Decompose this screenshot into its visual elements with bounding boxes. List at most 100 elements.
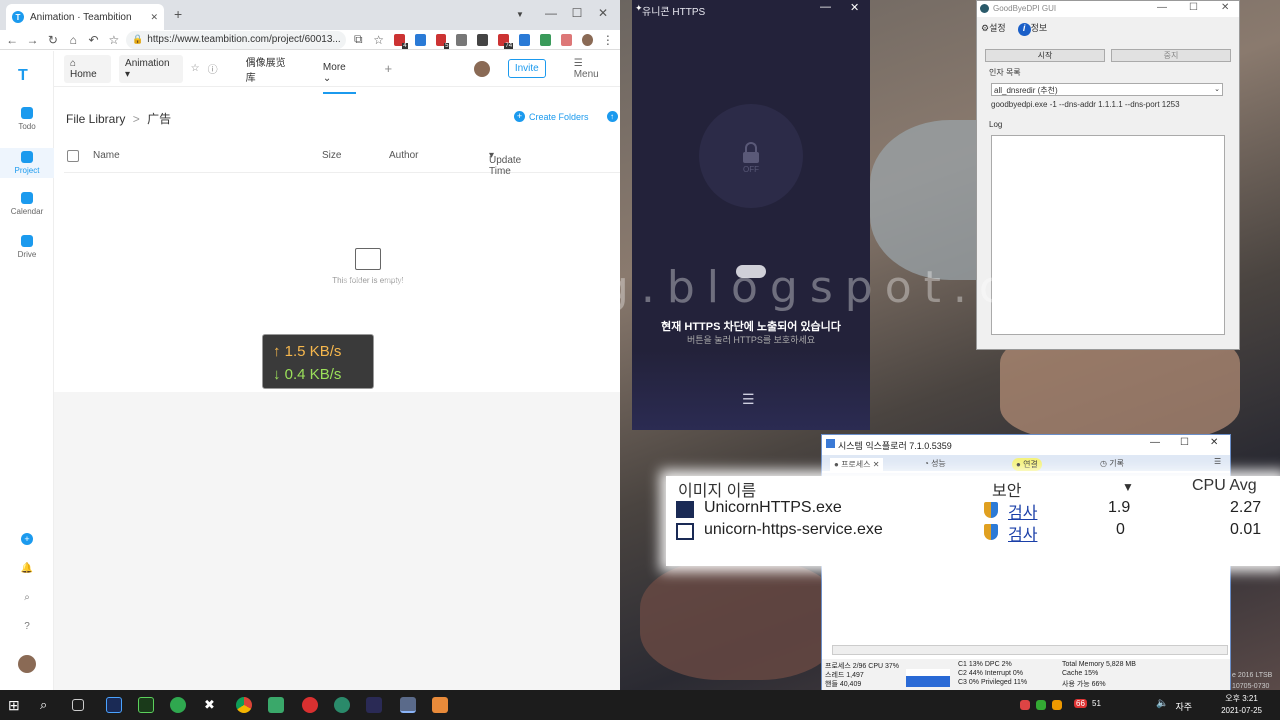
project-dropdown[interactable]: Animation ▾ xyxy=(119,54,183,83)
start-button[interactable]: 시작 xyxy=(985,49,1105,62)
invite-button[interactable]: Invite xyxy=(507,59,546,78)
settings-sliders-icon[interactable]: ☰ xyxy=(742,391,755,408)
bookmark-icon[interactable]: ☆ xyxy=(370,31,386,49)
app-taskbar-icon[interactable] xyxy=(432,697,448,713)
globe-icon[interactable] xyxy=(334,697,350,713)
maximize-button[interactable]: ☐ xyxy=(1189,2,1198,13)
task-view-icon[interactable] xyxy=(72,699,84,711)
windows-start-icon[interactable]: ⊞ xyxy=(8,697,24,713)
nav-drive[interactable]: Drive xyxy=(0,235,54,259)
tab-history[interactable]: ◷ 기록 xyxy=(1100,458,1124,469)
tray-icon[interactable] xyxy=(1052,700,1062,710)
tab-more[interactable]: More ⌄ xyxy=(322,62,357,94)
translate-icon[interactable]: ⧉ xyxy=(350,31,366,49)
nav-todo[interactable]: Todo xyxy=(0,107,54,131)
chrome-menu-icon[interactable]: ⋮ xyxy=(600,31,616,49)
nav-project[interactable]: Project xyxy=(0,148,54,178)
extension-icon[interactable]: 4 xyxy=(393,33,408,49)
menu-settings[interactable]: ⚙설정 xyxy=(981,21,1006,36)
extension-icon[interactable] xyxy=(519,33,530,46)
extension-icon[interactable] xyxy=(477,33,489,46)
star-icon[interactable]: ☆ xyxy=(191,63,200,74)
minimize-button[interactable]: — xyxy=(538,2,564,24)
undo-icon[interactable]: ↶ xyxy=(85,31,101,49)
tray-badge[interactable]: 66 xyxy=(1074,699,1087,708)
column-header[interactable]: Size xyxy=(322,150,341,161)
bell-icon[interactable]: 🔔 xyxy=(20,563,34,577)
menu-button[interactable]: ☰ Menu xyxy=(574,58,610,80)
tab-close-icon[interactable]: ✕ xyxy=(150,12,158,23)
extension-icon[interactable]: 5 xyxy=(435,33,450,49)
netease-music-icon[interactable] xyxy=(302,697,318,713)
column-header[interactable]: Author xyxy=(389,150,418,161)
create-folders-button[interactable]: + Create Folders ↑ xyxy=(514,111,618,122)
help-icon[interactable]: ? xyxy=(20,621,34,635)
horizontal-scrollbar[interactable] xyxy=(832,645,1228,655)
user-avatar[interactable] xyxy=(18,655,36,673)
add-icon[interactable]: + xyxy=(21,533,33,545)
bookmark-star-icon[interactable]: ☆ xyxy=(106,31,122,49)
column-cpu-avg[interactable]: CPU Avg xyxy=(1192,477,1257,495)
member-avatar[interactable] xyxy=(474,60,490,77)
close-button[interactable]: ✕ xyxy=(1221,2,1229,13)
minimize-button[interactable]: — xyxy=(1150,437,1160,448)
ime-indicator[interactable]: 자주 xyxy=(1175,700,1192,713)
browser-tab[interactable]: T Animation · Teambition ✕ xyxy=(6,4,164,30)
column-header[interactable]: Update Time ▾ xyxy=(489,150,521,177)
system-clock[interactable]: 오후 3:21 2021-07-25 xyxy=(1221,693,1262,717)
minimize-button[interactable]: — xyxy=(820,1,831,13)
tray-icon[interactable] xyxy=(1020,700,1030,710)
home-icon[interactable]: ⌂ xyxy=(65,31,81,49)
extension-icon[interactable] xyxy=(539,33,551,46)
reload-icon[interactable]: ↻ xyxy=(45,31,61,49)
close-button[interactable]: ✕ xyxy=(590,2,616,24)
unicorn-https-taskbar-icon[interactable] xyxy=(366,697,382,713)
table-row[interactable]: unicorn-https-service.exe 검사 0 0.01 xyxy=(666,521,1280,545)
maximize-button[interactable]: ☐ xyxy=(564,2,590,24)
profile-avatar[interactable] xyxy=(581,33,593,46)
system-explorer-taskbar-icon[interactable] xyxy=(400,697,416,713)
tray-badge[interactable]: 51 xyxy=(1092,699,1101,708)
stop-button[interactable]: 중지 xyxy=(1111,49,1231,62)
breadcrumb-root[interactable]: File Library xyxy=(66,112,125,126)
search-icon[interactable]: ⌕ xyxy=(40,697,56,713)
close-button[interactable]: ✕ xyxy=(850,1,859,14)
check-link[interactable]: 검사 xyxy=(1008,521,1037,545)
xshell-icon[interactable]: ✖ xyxy=(204,697,220,713)
clover-icon[interactable] xyxy=(170,697,186,713)
tab-search-chevron-icon[interactable]: ▼ xyxy=(516,10,524,19)
tab-connections[interactable]: ● 연결 xyxy=(1012,458,1042,471)
tab-processes[interactable]: ● 프로세스 ✕ xyxy=(830,458,884,471)
close-button[interactable]: ✕ xyxy=(1210,437,1218,448)
upload-icon[interactable]: ↑ xyxy=(606,111,618,122)
check-link[interactable]: 검사 xyxy=(1008,499,1037,523)
maximize-button[interactable]: ☐ xyxy=(1180,437,1189,448)
info-icon[interactable]: ⓘ xyxy=(208,61,218,76)
speaker-icon[interactable]: 🔈 xyxy=(1156,698,1168,714)
table-row[interactable]: UnicornHTTPS.exe 검사 1.9 2.27 xyxy=(666,499,1280,523)
arg-select[interactable]: all_dnsredir (추천) ⌄ xyxy=(991,83,1223,96)
address-bar[interactable]: 🔒 https://www.teambition.com/project/600… xyxy=(126,30,347,49)
dreamweaver-icon[interactable] xyxy=(138,697,154,713)
tab-idol-library[interactable]: 偶像展览库 xyxy=(246,54,295,84)
extension-icon[interactable] xyxy=(560,33,572,46)
new-tab-button[interactable]: + xyxy=(174,6,182,22)
notepad-icon[interactable] xyxy=(268,697,284,713)
tray-icon[interactable] xyxy=(1036,700,1046,710)
chrome-icon[interactable] xyxy=(236,697,252,713)
column-header[interactable]: Name xyxy=(93,150,120,161)
home-button[interactable]: ⌂ Home xyxy=(64,54,112,83)
extension-icon[interactable]: 74 xyxy=(498,33,514,49)
photoshop-icon[interactable] xyxy=(106,697,122,713)
extension-icon[interactable] xyxy=(456,33,468,46)
menu-info[interactable]: i 정보 xyxy=(1017,21,1047,36)
nav-calendar[interactable]: Calendar xyxy=(0,192,54,216)
column-security[interactable]: 보안 xyxy=(992,477,1021,501)
forward-icon[interactable]: → xyxy=(24,31,40,49)
search-icon[interactable]: ⌕ xyxy=(20,592,34,606)
extension-icon[interactable] xyxy=(414,33,426,46)
add-tab-icon[interactable]: + xyxy=(384,61,392,76)
back-icon[interactable]: ← xyxy=(4,31,20,49)
column-image-name[interactable]: 이미지 이름 xyxy=(678,477,756,501)
tab-performance[interactable]: ◔ 성능 xyxy=(924,458,946,469)
